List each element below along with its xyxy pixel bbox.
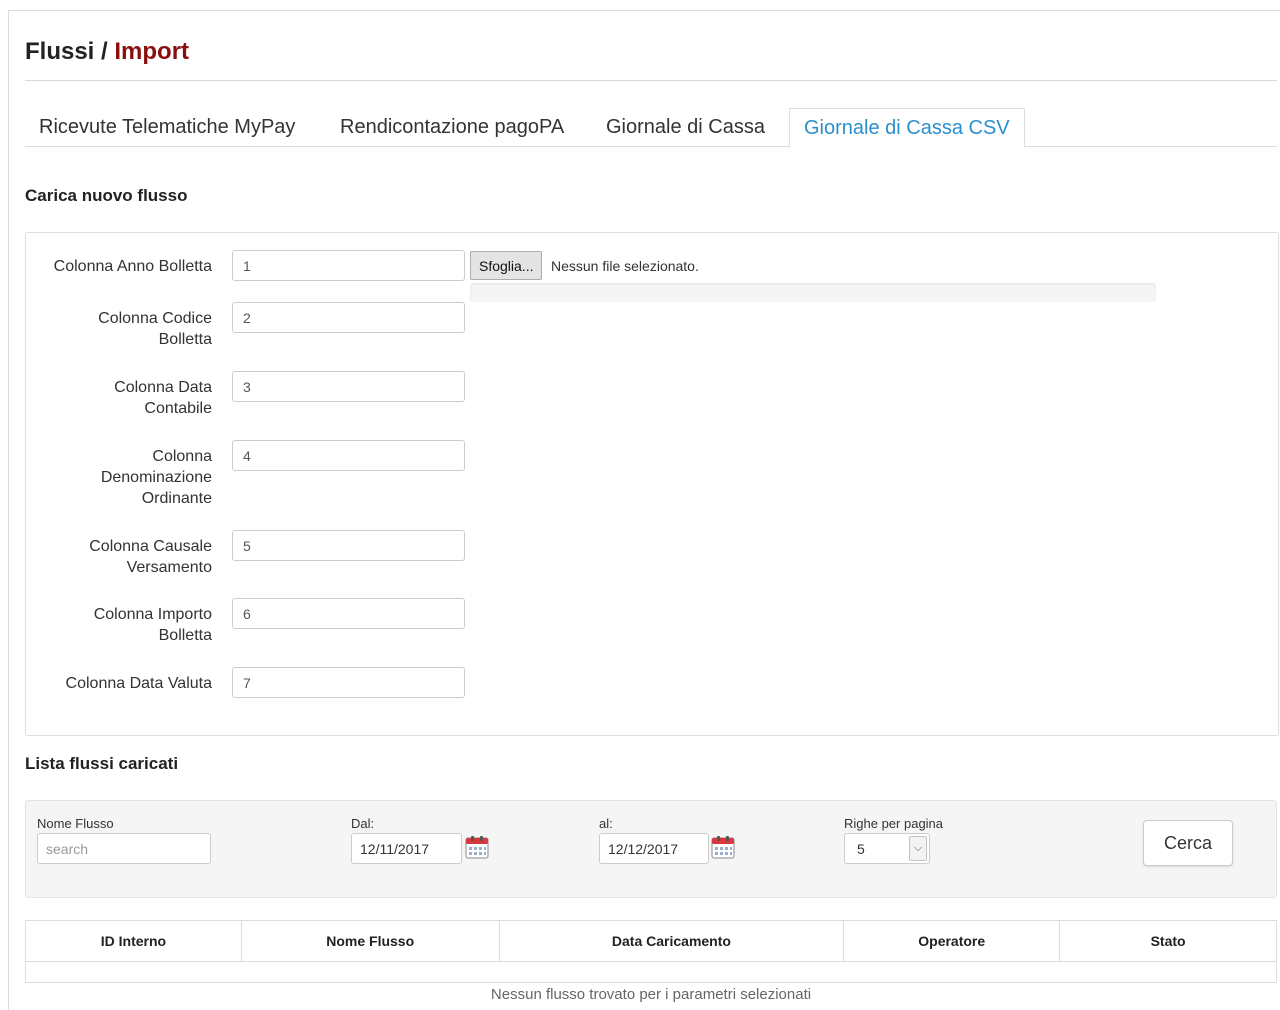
empty-results-message: Nessun flusso trovato per i parametri se… [490,986,812,1003]
results-table: ID Interno Nome Flusso Data Caricamento … [25,920,1277,983]
label-line: Denominazione [100,469,212,486]
anno-bolletta-input[interactable] [232,250,465,281]
label-line: Versamento [126,559,212,576]
field-label-codice-bolletta: Colonna Codice Bolletta [26,308,212,350]
title-divider [25,80,1277,81]
tab-giornale-cassa[interactable]: Giornale di Cassa [592,108,779,147]
label-line: Bolletta [158,331,212,348]
browse-file-button[interactable]: Sfoglia... [470,251,543,280]
codice-bolletta-input[interactable] [232,302,465,333]
label-line: Colonna [152,448,212,465]
data-valuta-input[interactable] [232,667,465,698]
chevron-down-icon[interactable]: ⌵ [909,836,927,861]
table-header-row: ID Interno Nome Flusso Data Caricamento … [25,920,1277,962]
label-line: Colonna Data Valuta [65,675,212,692]
breadcrumb-separator: / [101,38,108,65]
calendar-icon[interactable] [711,835,735,859]
label-line: Contabile [144,400,212,417]
column-header-operatore[interactable]: Operatore [843,920,1061,962]
causale-versamento-input[interactable] [232,530,465,561]
field-label-importo-bolletta: Colonna Importo Bolletta [26,604,212,646]
rows-per-page-value: 5 [857,841,865,857]
label-line: Colonna Importo [93,606,212,623]
upload-section-title: Carica nuovo flusso [25,186,188,205]
list-section-title: Lista flussi caricati [25,754,179,773]
to-date-input[interactable] [599,833,709,864]
column-header-nome-flusso[interactable]: Nome Flusso [240,920,500,962]
name-filter-input[interactable] [37,833,211,864]
label-line: Colonna Anno Bolletta [53,258,212,275]
breadcrumb-parent[interactable]: Flussi [25,38,94,65]
label-line: Colonna Data [114,379,212,396]
calendar-icon[interactable] [465,835,489,859]
search-button[interactable]: Cerca [1143,820,1233,866]
field-label-causale-versamento: Colonna Causale Versamento [26,536,212,578]
rows-per-page-select[interactable]: 5 ⌵ [844,833,930,864]
label-line: Ordinante [141,490,212,507]
field-label-anno-bolletta: Colonna Anno Bolletta [26,256,212,277]
tab-rendicontazione[interactable]: Rendicontazione pagoPA [326,108,578,147]
column-header-data-caricamento[interactable]: Data Caricamento [498,920,845,962]
from-date-input[interactable] [351,833,462,864]
file-status-text: Nessun file selezionato. [551,258,699,274]
column-header-stato[interactable]: Stato [1059,920,1277,962]
frame-top-border [8,10,1280,11]
label-line: Colonna Codice [98,310,212,327]
label-line: Colonna Causale [89,538,212,555]
frame-left-border [8,10,9,1010]
from-date-label: Dal: [351,816,375,831]
field-label-data-contabile: Colonna Data Contabile [26,377,212,419]
tab-ricevute-telematiche[interactable]: Ricevute Telematiche MyPay [25,108,309,147]
name-filter-label: Nome Flusso [37,816,114,831]
tab-giornale-cassa-csv[interactable]: Giornale di Cassa CSV [789,108,1025,148]
breadcrumb-current: Import [114,38,190,65]
rows-per-page-label: Righe per pagina [844,816,944,831]
tab-bar: Ricevute Telematiche MyPay Rendicontazio… [25,108,1277,148]
data-contabile-input[interactable] [232,371,465,402]
label-line: Bolletta [158,627,212,644]
field-label-data-valuta: Colonna Data Valuta [26,673,212,694]
upload-panel: Colonna Anno Bolletta Colonna Codice Bol… [25,232,1279,736]
table-empty-cell [25,961,1277,983]
column-header-id-interno[interactable]: ID Interno [25,920,242,962]
to-date-label: al: [599,816,613,831]
denominazione-ordinante-input[interactable] [232,440,465,471]
importo-bolletta-input[interactable] [232,598,465,629]
table-empty-row [25,961,1277,983]
breadcrumb: Flussi / Import [25,38,189,66]
filter-panel: Nome Flusso Dal: al: Righe per pagina 5 … [25,800,1277,898]
upload-progress-bar [470,283,1156,302]
field-label-denominazione-ordinante: Colonna Denominazione Ordinante [26,446,212,509]
